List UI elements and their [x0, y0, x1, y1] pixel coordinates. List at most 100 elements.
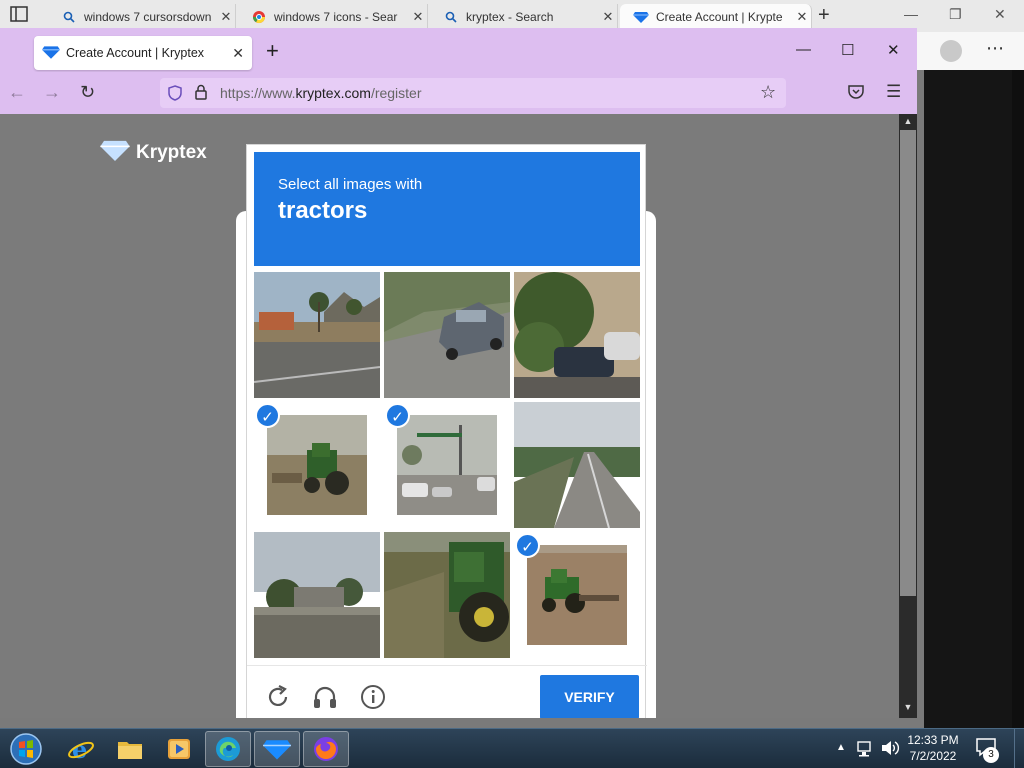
firefox-tab-active[interactable]: Create Account | Kryptex ✕: [34, 36, 252, 70]
close-icon[interactable]: ✕: [599, 9, 617, 25]
captcha-challenge: Select all images with tractors ✓ ✓ ✓ VE…: [246, 144, 647, 718]
selected-check-icon: ✓: [385, 403, 410, 428]
edge-page-content: [924, 70, 1024, 730]
scrollbar-thumb[interactable]: [900, 130, 916, 596]
firefox-tab-label: Create Account | Kryptex: [66, 46, 205, 60]
new-tab-icon[interactable]: +: [266, 38, 279, 64]
clock-time: 12:33 PM: [907, 733, 959, 747]
captcha-tile-4[interactable]: ✓: [254, 402, 380, 528]
captcha-tile-8[interactable]: [384, 532, 510, 658]
back-arrow-icon[interactable]: ←: [8, 82, 26, 103]
maximize-icon[interactable]: ☐: [841, 41, 854, 59]
lock-icon[interactable]: [195, 84, 207, 105]
restore-icon[interactable]: ❐: [949, 6, 962, 23]
taskbar: e ▲ 12:33 PM 7/2/2022 3: [0, 728, 1024, 768]
selected-check-icon: ✓: [515, 533, 540, 558]
search-icon: [60, 11, 78, 23]
bookmark-star-icon[interactable]: ☆: [760, 82, 776, 103]
show-hidden-icons-icon[interactable]: ▲: [836, 742, 846, 753]
scroll-up-icon[interactable]: ▲: [899, 116, 917, 126]
media-player-icon[interactable]: [156, 731, 202, 767]
menu-hamburger-icon[interactable]: ☰: [886, 82, 901, 102]
edge-tab-label: windows 7 icons - Sear: [274, 10, 398, 24]
street-intersection-image: [397, 415, 497, 515]
selected-check-icon: ✓: [255, 403, 280, 428]
file-explorer-icon[interactable]: [107, 731, 153, 767]
close-icon[interactable]: ✕: [217, 9, 235, 25]
firefox-nav-bar: ← → ↻ https://www.kryptex.com/register ☆…: [0, 72, 917, 114]
scroll-down-icon[interactable]: ▼: [899, 702, 917, 712]
captcha-tile-1[interactable]: [254, 272, 380, 398]
url-path: /register: [370, 85, 422, 101]
captcha-tile-6[interactable]: [514, 402, 640, 528]
internet-explorer-icon[interactable]: e: [58, 731, 104, 767]
close-icon[interactable]: ✕: [994, 6, 1006, 23]
close-icon[interactable]: ✕: [887, 41, 900, 59]
notification-count: 3: [983, 747, 999, 763]
forward-arrow-icon[interactable]: →: [43, 82, 61, 103]
edge-scrollbar[interactable]: [1012, 70, 1024, 730]
tractor-dirt-field-image: [527, 545, 627, 645]
pocket-icon[interactable]: [848, 84, 864, 104]
start-button-windows-orb-icon[interactable]: [6, 731, 46, 767]
close-tab-icon[interactable]: ✕: [232, 45, 244, 62]
captcha-tile-5[interactable]: ✓: [384, 402, 510, 528]
info-icon[interactable]: [360, 684, 386, 710]
close-icon[interactable]: ✕: [793, 9, 811, 25]
edge-toolbar: ⋯: [916, 32, 1024, 70]
minimize-icon[interactable]: —: [904, 6, 918, 22]
kryptex-diamond-icon: [632, 11, 650, 23]
edge-tab-3[interactable]: kryptex - Search ✕: [430, 4, 618, 30]
captcha-tile-9[interactable]: ✓: [514, 532, 640, 658]
captcha-target: tractors: [278, 197, 368, 224]
url-text: https://www.kryptex.com/register: [220, 85, 422, 101]
chrome-icon: [250, 10, 268, 24]
system-clock[interactable]: 12:33 PM 7/2/2022: [900, 732, 966, 764]
kryptex-diamond-icon: [42, 45, 60, 62]
tracking-shield-icon[interactable]: [168, 85, 182, 106]
edge-tab-2[interactable]: windows 7 icons - Sear ✕: [238, 4, 428, 30]
show-desktop-button[interactable]: [1014, 729, 1024, 768]
street-palms-image: [254, 272, 380, 398]
more-options-icon[interactable]: ⋯: [986, 38, 1004, 59]
address-bar[interactable]: https://www.kryptex.com/register ☆: [160, 78, 786, 108]
search-icon: [442, 11, 460, 23]
edge-tab-label: kryptex - Search: [466, 10, 554, 24]
minimize-icon[interactable]: —: [796, 41, 811, 58]
brand-name: Kryptex: [136, 142, 207, 163]
kryptex-app-icon[interactable]: [254, 731, 300, 767]
clock-date: 7/2/2022: [909, 749, 957, 763]
tab-actions-icon[interactable]: [10, 6, 34, 26]
captcha-tile-7[interactable]: [254, 532, 380, 658]
firefox-window: Create Account | Kryptex ✕ + — ☐ ✕ ← → ↻…: [0, 28, 917, 718]
new-tab-icon[interactable]: +: [818, 4, 830, 27]
kryptex-logo[interactable]: Kryptex: [100, 139, 207, 167]
edge-tab-4[interactable]: Create Account | Krypte ✕: [620, 4, 812, 30]
url-prefix: https://www.: [220, 85, 296, 101]
volume-icon[interactable]: [880, 739, 900, 762]
edge-tab-1[interactable]: windows 7 cursorsdown ✕: [48, 4, 236, 30]
rural-road-image: [514, 402, 640, 528]
grey-car-image: [384, 272, 510, 398]
verify-button[interactable]: VERIFY: [540, 675, 639, 718]
captcha-tile-2[interactable]: [384, 272, 510, 398]
edge-tab-label: Create Account | Krypte: [656, 10, 783, 24]
edge-browser-icon[interactable]: [205, 731, 251, 767]
captcha-instruction: Select all images with: [278, 176, 423, 193]
captcha-tile-3[interactable]: [514, 272, 640, 398]
url-domain: kryptex.com: [295, 85, 371, 101]
firefox-icon[interactable]: [303, 731, 349, 767]
tree-parked-cars-image: [514, 272, 640, 398]
audio-challenge-headphones-icon[interactable]: [312, 684, 338, 710]
firefox-scrollbar[interactable]: ▲ ▼: [899, 114, 917, 718]
tractor-closeup-image: [384, 532, 510, 658]
captcha-footer: VERIFY: [247, 665, 647, 718]
refresh-icon[interactable]: [265, 684, 291, 710]
action-center-icon[interactable]: 3: [975, 737, 999, 763]
roadside-palms-image: [254, 532, 380, 658]
reload-icon[interactable]: ↻: [80, 82, 95, 103]
tractor-field-image: [267, 415, 367, 515]
network-icon[interactable]: [856, 740, 874, 763]
profile-avatar-icon[interactable]: [940, 40, 962, 62]
close-icon[interactable]: ✕: [409, 9, 427, 25]
